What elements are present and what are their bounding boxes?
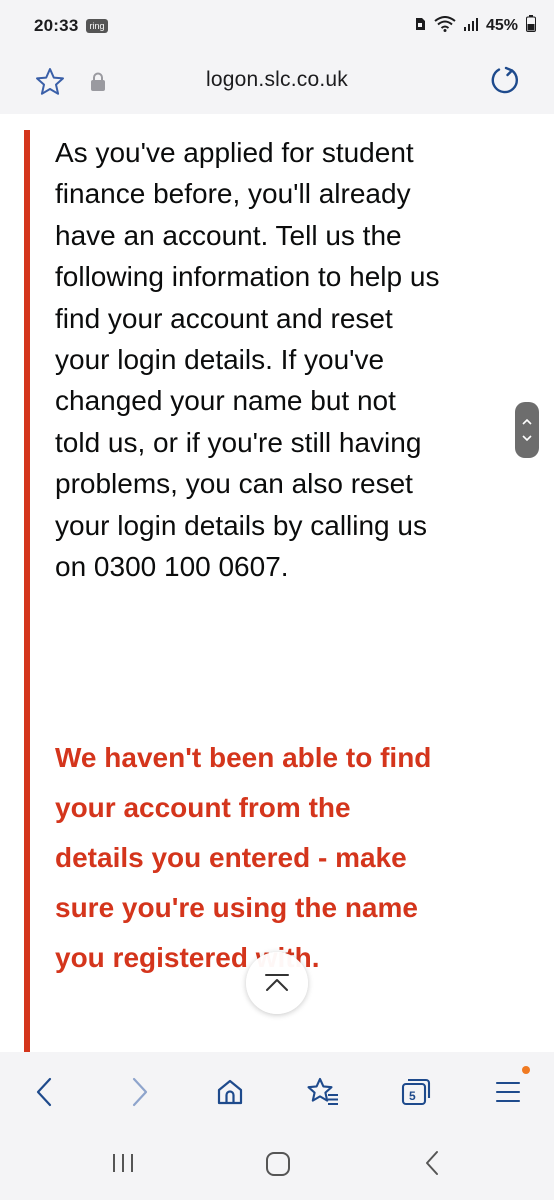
menu-button[interactable] [488,1072,528,1112]
wifi-icon [434,15,456,37]
recents-icon [113,1154,133,1172]
status-bar: 20:33 ring 45% [0,0,554,52]
recents-button[interactable] [110,1150,136,1181]
tab-count: 5 [409,1089,416,1103]
info-paragraph: As you've applied for student finance be… [55,137,440,583]
battery-icon [526,15,536,37]
url-field[interactable]: logon.slc.co.uk [0,68,554,92]
battery-percent: 45% [485,17,518,34]
status-icons: 45% [414,15,536,37]
browser-toolbar: 5 [0,1052,554,1128]
home-button[interactable] [210,1072,250,1112]
scroll-up-icon [265,974,289,991]
bookmarks-icon [307,1077,338,1106]
status-time: 20:33 [34,16,79,35]
reload-icon[interactable] [488,64,522,103]
fast-scroll-handle[interactable] [515,402,539,458]
ring-notification-icon: ring [86,19,108,33]
chevron-down-icon [522,435,532,441]
back-icon [36,1077,52,1107]
back-nav-icon [426,1151,438,1175]
address-bar: logon.slc.co.uk [0,52,554,114]
sim-icon [414,16,426,36]
home-nav-icon [266,1152,290,1176]
menu-icon [495,1081,521,1103]
error-message: We haven't been able to find your accoun… [55,742,432,973]
home-nav-button[interactable] [264,1150,292,1183]
back-nav-button[interactable] [422,1150,442,1181]
tabs-button[interactable]: 5 [396,1072,436,1112]
tabs-icon [401,1078,431,1106]
web-content: As you've applied for student finance be… [0,114,554,1052]
forward-button[interactable] [120,1072,160,1112]
signal-icon [463,16,478,36]
chevron-up-icon [522,419,532,425]
error-border [24,130,30,1052]
bookmarks-button[interactable] [303,1072,343,1112]
scroll-to-top-button[interactable] [246,952,308,1014]
home-icon [217,1079,243,1105]
system-nav-bar [0,1128,554,1200]
menu-notification-dot [522,1066,530,1074]
forward-icon [132,1077,148,1107]
back-button[interactable] [24,1072,64,1112]
